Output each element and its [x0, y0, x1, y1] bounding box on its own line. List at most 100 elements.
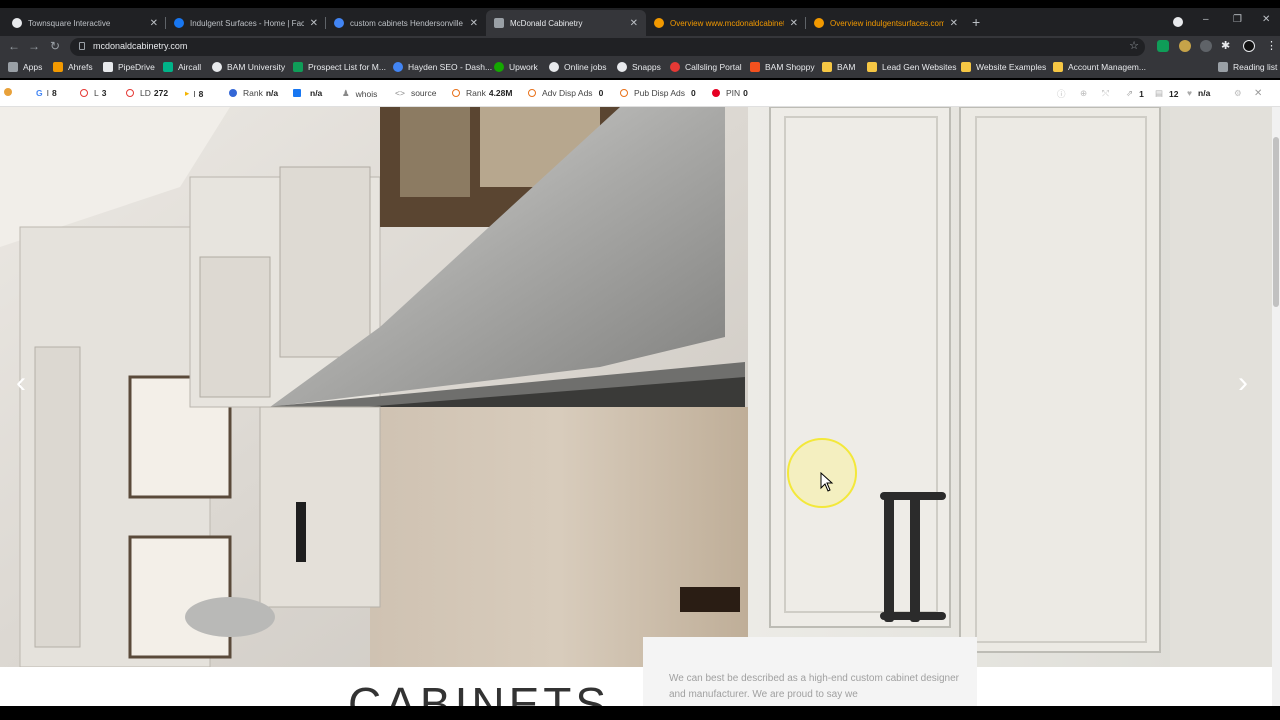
shoppy-icon — [750, 62, 760, 72]
tab-overview-indulgent[interactable]: Overview indulgentsurfaces.com ✕ — [806, 10, 966, 36]
globe-icon — [12, 18, 22, 28]
address-bar[interactable]: mcdonaldcabinetry.com ☆ — [70, 38, 1145, 56]
diagnosis-icon[interactable]: ⤲ — [1102, 88, 1109, 99]
semrush-icon — [654, 18, 664, 28]
seo-pinterest[interactable]: PIN 0 — [712, 88, 748, 98]
callsling-icon — [670, 62, 680, 72]
lock-icon[interactable] — [79, 42, 85, 50]
seo-rank[interactable]: Rank n/a — [229, 88, 278, 98]
compare-icon[interactable]: ⊕ — [1080, 88, 1087, 99]
seo-semrush-rank[interactable]: Rank 4.28M — [452, 88, 512, 98]
kitchen-cabinets-photo — [0, 107, 1272, 667]
close-icon[interactable]: ✕ — [470, 18, 478, 29]
info-icon[interactable]: ⓘ — [1057, 88, 1066, 100]
site-icon — [494, 18, 504, 28]
bookmark-hayden-seo[interactable]: Hayden SEO - Dash... — [393, 62, 492, 72]
forward-icon[interactable]: → — [28, 39, 40, 53]
seo-pages[interactable]: ▤ 12 — [1155, 88, 1179, 99]
restore-button[interactable]: ❐ — [1233, 14, 1242, 25]
folder-icon — [1053, 62, 1063, 72]
bookmark-online-jobs[interactable]: Online jobs — [549, 62, 607, 72]
bookmark-callsling[interactable]: Callsling Portal — [670, 62, 742, 72]
bookmark-folder-bam[interactable]: BAM — [822, 62, 855, 72]
description-card: We can best be described as a high-end c… — [643, 637, 977, 706]
google-icon — [334, 18, 344, 28]
sheets-icon — [293, 62, 303, 72]
bookmarks-bar: Apps Ahrefs PipeDrive Aircall BAM Univer… — [0, 58, 1280, 78]
page-scrollbar[interactable] — [1272, 107, 1280, 706]
bookmark-folder-lead-gen[interactable]: Lead Gen Websites — [867, 62, 957, 72]
top-border — [0, 0, 1280, 8]
tab-title: Overview www.mcdonaldcabinetr — [670, 18, 784, 28]
menu-icon[interactable]: ⋮ — [1266, 40, 1278, 52]
bookmark-folder-account[interactable]: Account Managem... — [1053, 62, 1146, 72]
extension-icon[interactable] — [1179, 40, 1191, 52]
extension-icon[interactable] — [1157, 40, 1169, 52]
tab-google-search[interactable]: custom cabinets Hendersonville ✕ — [326, 10, 486, 36]
tab-title: McDonald Cabinetry — [510, 18, 583, 28]
bookmark-bam-shoppy[interactable]: BAM Shoppy — [750, 62, 815, 72]
seo-google-index[interactable]: GI 8 — [36, 88, 57, 98]
globe-icon — [549, 62, 559, 72]
tab-mcdonald-cabinetry[interactable]: McDonald Cabinetry ✕ — [486, 10, 646, 36]
folder-icon — [867, 62, 877, 72]
seoquake-logo-icon[interactable] — [4, 88, 18, 96]
bookmark-prospect-list[interactable]: Prospect List for M... — [293, 62, 386, 72]
reading-list-button[interactable]: Reading list — [1218, 62, 1277, 72]
bookmark-apps[interactable]: Apps — [8, 62, 42, 72]
bookmark-aircall[interactable]: Aircall — [163, 62, 201, 72]
reload-icon[interactable]: ↻ — [50, 39, 60, 53]
settings-icon[interactable]: ⚙ — [1234, 88, 1242, 99]
profile-menu-icon[interactable] — [1173, 17, 1183, 27]
tab-title: Overview indulgentsurfaces.com — [830, 18, 944, 28]
scrollbar-thumb[interactable] — [1273, 137, 1279, 307]
bookmark-ahrefs[interactable]: Ahrefs — [53, 62, 93, 72]
seo-source[interactable]: <> source — [395, 88, 436, 98]
tab-title: custom cabinets Hendersonville — [350, 18, 463, 28]
bottom-border — [0, 706, 1280, 720]
new-tab-button[interactable]: + — [972, 14, 980, 30]
tab-title: Townsquare Interactive — [28, 18, 111, 28]
minimize-button[interactable]: – — [1203, 14, 1209, 25]
close-icon[interactable]: ✕ — [790, 18, 798, 29]
url-text[interactable]: mcdonaldcabinetry.com — [93, 41, 187, 51]
seo-whois[interactable]: ♟ whois — [342, 88, 377, 99]
close-icon[interactable]: ✕ — [150, 18, 158, 29]
seo-value[interactable]: ♥ n/a — [1187, 88, 1210, 98]
seo-facebook[interactable]: n/a — [293, 88, 322, 98]
tab-indulgent-facebook[interactable]: Indulgent Surfaces - Home | Face ✕ — [166, 10, 326, 36]
seo-links[interactable]: L3 — [80, 88, 106, 98]
seo-link-domains[interactable]: LD 272 — [126, 88, 168, 98]
bookmark-snapps[interactable]: Snapps — [617, 62, 661, 72]
puzzle-icon[interactable]: ✱ — [1221, 40, 1233, 52]
aircall-icon — [163, 62, 173, 72]
bookmark-pipedrive[interactable]: PipeDrive — [103, 62, 155, 72]
slider-next-arrow[interactable]: › — [1238, 366, 1248, 400]
seo-bing-index[interactable]: ▸ I 8 — [185, 88, 203, 99]
browser-toolbar: ← → ↻ mcdonaldcabinetry.com ☆ — [0, 36, 1280, 58]
upwork-icon — [494, 62, 504, 72]
close-icon[interactable]: ✕ — [630, 18, 638, 29]
close-icon[interactable]: ✕ — [1254, 88, 1262, 99]
close-window-button[interactable]: ✕ — [1262, 14, 1270, 25]
section-heading: CABINETS — [348, 678, 611, 706]
reading-list-icon — [1218, 62, 1228, 72]
google-icon — [393, 62, 403, 72]
tab-title: Indulgent Surfaces - Home | Face — [190, 18, 304, 28]
avatar[interactable] — [1243, 40, 1255, 52]
slider-prev-arrow[interactable]: ‹ — [16, 366, 26, 400]
bookmark-bam-university[interactable]: BAM University — [212, 62, 285, 72]
tab-overview-mcdonald[interactable]: Overview www.mcdonaldcabinetr ✕ — [646, 10, 806, 36]
seo-external-links[interactable]: ⇗ 1 — [1126, 88, 1144, 99]
folder-icon — [961, 62, 971, 72]
bookmark-star-icon[interactable]: ☆ — [1129, 39, 1139, 52]
close-icon[interactable]: ✕ — [310, 18, 318, 29]
tab-townsquare[interactable]: Townsquare Interactive ✕ — [4, 10, 166, 36]
bookmark-folder-website-examples[interactable]: Website Examples — [961, 62, 1046, 72]
seo-adv-disp-ads[interactable]: Adv Disp Ads 0 — [528, 88, 603, 98]
back-icon[interactable]: ← — [8, 39, 20, 53]
seo-pub-disp-ads[interactable]: Pub Disp Ads 0 — [620, 88, 696, 98]
extension-icon[interactable] — [1200, 40, 1212, 52]
close-icon[interactable]: ✕ — [950, 18, 958, 29]
bookmark-upwork[interactable]: Upwork — [494, 62, 538, 72]
